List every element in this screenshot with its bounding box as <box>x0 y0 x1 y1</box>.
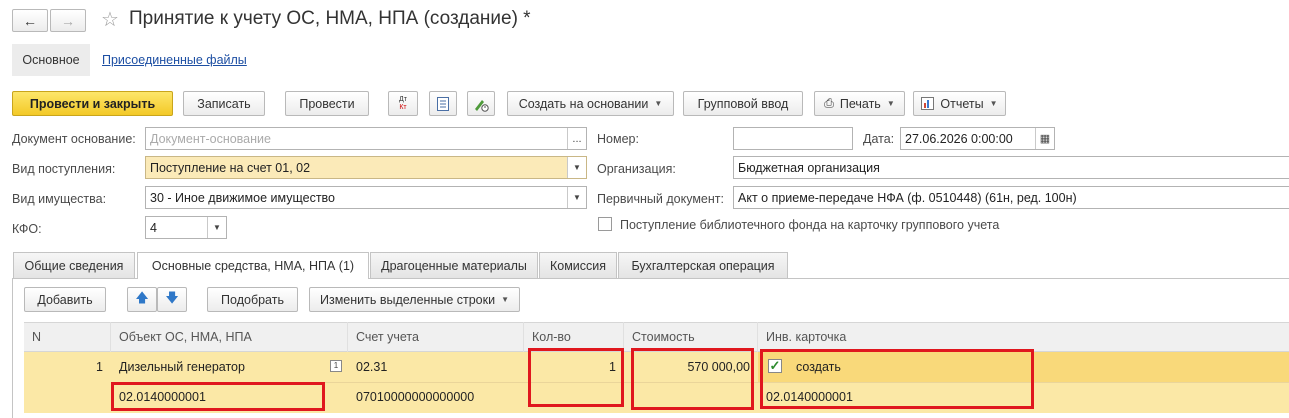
reports-label: Отчеты <box>940 96 984 111</box>
nav-main[interactable]: Основное <box>12 44 90 76</box>
number-field[interactable] <box>733 127 853 150</box>
primary-document-label: Первичный документ: <box>597 192 724 206</box>
arrow-down-icon: 🡇 <box>165 289 179 305</box>
edit-history-button[interactable] <box>467 91 495 116</box>
doc-basis-field[interactable]: Документ-основание ... <box>145 127 587 150</box>
account[interactable]: 02.31 <box>356 352 387 382</box>
chevron-down-icon[interactable]: ▼ <box>567 187 586 208</box>
chevron-down-icon: ▼ <box>989 99 998 108</box>
property-type-value: 30 - Иное движимое имущество <box>150 190 335 205</box>
receipt-type-label: Вид поступления: <box>12 162 116 176</box>
dt-kt-button[interactable]: Дт Кт <box>388 91 418 116</box>
receipt-type-value: Поступление на счет 01, 02 <box>150 160 311 175</box>
pencil-clock-icon <box>475 99 489 112</box>
forward-button[interactable]: → <box>50 9 86 32</box>
move-up-button[interactable]: 🡅 <box>127 287 157 312</box>
primary-document-value: Акт о приеме-передаче НФА (ф. 0510448) (… <box>738 190 1077 205</box>
property-type-label: Вид имущества: <box>12 192 107 206</box>
library-fund-checkbox[interactable] <box>598 217 612 231</box>
library-fund-checkbox-label[interactable]: Поступление библиотечного фонда на карто… <box>620 218 999 232</box>
highlight-inv-card <box>760 349 1034 409</box>
highlight-cost <box>631 348 754 410</box>
property-type-select[interactable]: 30 - Иное движимое имущество ▼ <box>145 186 587 209</box>
nav-attached-files-link[interactable]: Присоединенные файлы <box>102 53 247 67</box>
post-and-close-button[interactable]: Провести и закрыть <box>12 91 173 116</box>
pick-button[interactable]: Подобрать <box>207 287 298 312</box>
print-label: Печать <box>839 96 881 111</box>
column-header-object[interactable]: Объект ОС, НМА, НПА <box>111 322 348 352</box>
primary-document-field[interactable]: Акт о приеме-передаче НФА (ф. 0510448) (… <box>733 186 1289 209</box>
column-header-account[interactable]: Счет учета <box>348 322 524 352</box>
receipt-type-select[interactable]: Поступление на счет 01, 02 ▼ <box>145 156 587 179</box>
change-selected-rows-button[interactable]: Изменить выделенные строки ▼ <box>309 287 520 312</box>
document-list-button[interactable] <box>429 91 457 116</box>
tab-precious-materials[interactable]: Драгоценные материалы <box>370 252 538 278</box>
number-label: Номер: <box>597 132 639 146</box>
calendar-icon[interactable]: ▦ <box>1035 128 1054 149</box>
highlight-object-code <box>111 382 325 411</box>
account-code: 07010000000000000 <box>356 390 475 404</box>
save-button[interactable]: Записать <box>183 91 265 116</box>
report-chart-icon <box>921 97 935 110</box>
chevron-down-icon: ▼ <box>654 99 663 108</box>
star-icon[interactable]: ☆ <box>101 7 119 32</box>
tab-accounting-operation[interactable]: Бухгалтерская операция <box>618 252 788 278</box>
post-button[interactable]: Провести <box>285 91 369 116</box>
date-value: 27.06.2026 0:00:00 <box>905 131 1013 146</box>
move-down-button[interactable]: 🡇 <box>157 287 187 312</box>
column-header-inv-card[interactable]: Инв. карточка <box>758 322 1289 352</box>
select-ellipsis-button[interactable]: ... <box>567 128 586 149</box>
chevron-down-icon: ▼ <box>886 99 895 108</box>
kfo-label: КФО: <box>12 222 42 236</box>
print-button[interactable]: ⎙ Печать ▼ <box>814 91 905 116</box>
nav-main-label: Основное <box>22 53 80 67</box>
kfo-value: 4 <box>150 220 157 235</box>
kfo-select[interactable]: 4 ▼ <box>145 216 227 239</box>
doc-basis-label: Документ основание: <box>12 132 136 146</box>
tab-general[interactable]: Общие сведения <box>13 252 135 278</box>
chevron-down-icon[interactable]: ▼ <box>207 217 226 238</box>
row-number: 1 <box>96 360 103 374</box>
organization-label: Организация: <box>597 162 676 176</box>
add-row-button[interactable]: Добавить <box>24 287 106 312</box>
change-selected-rows-label: Изменить выделенные строки <box>319 292 496 307</box>
list-icon <box>437 96 449 111</box>
organization-value: Бюджетная организация <box>738 160 880 175</box>
tab-commission[interactable]: Комиссия <box>539 252 617 278</box>
chevron-down-icon[interactable]: ▼ <box>567 157 586 178</box>
back-button[interactable]: ← <box>12 9 48 32</box>
organization-field[interactable]: Бюджетная организация <box>733 156 1289 179</box>
printer-icon: ⎙ <box>824 96 834 110</box>
reports-button[interactable]: Отчеты ▼ <box>913 91 1006 116</box>
dt-kt-icon: Дт Кт <box>399 95 407 111</box>
date-field[interactable]: 27.06.2026 0:00:00 ▦ <box>900 127 1055 150</box>
date-label: Дата: <box>863 132 895 146</box>
create-based-on-button[interactable]: Создать на основании ▼ <box>507 91 674 116</box>
object-open-icon[interactable]: 1 <box>330 360 342 372</box>
doc-basis-placeholder: Документ-основание <box>150 131 271 146</box>
group-input-button[interactable]: Групповой ввод <box>683 91 803 116</box>
tab-fixed-assets[interactable]: Основные средства, НМА, НПА (1) <box>137 252 369 279</box>
object-name[interactable]: Дизельный генератор <box>119 352 245 382</box>
chevron-down-icon: ▼ <box>501 295 510 304</box>
arrow-up-icon: 🡅 <box>135 289 149 305</box>
column-header-n[interactable]: N <box>24 322 111 352</box>
highlight-quantity <box>528 348 624 407</box>
page-title: Принятие к учету ОС, НМА, НПА (создание)… <box>129 8 531 29</box>
create-based-on-label: Создать на основании <box>518 96 649 111</box>
